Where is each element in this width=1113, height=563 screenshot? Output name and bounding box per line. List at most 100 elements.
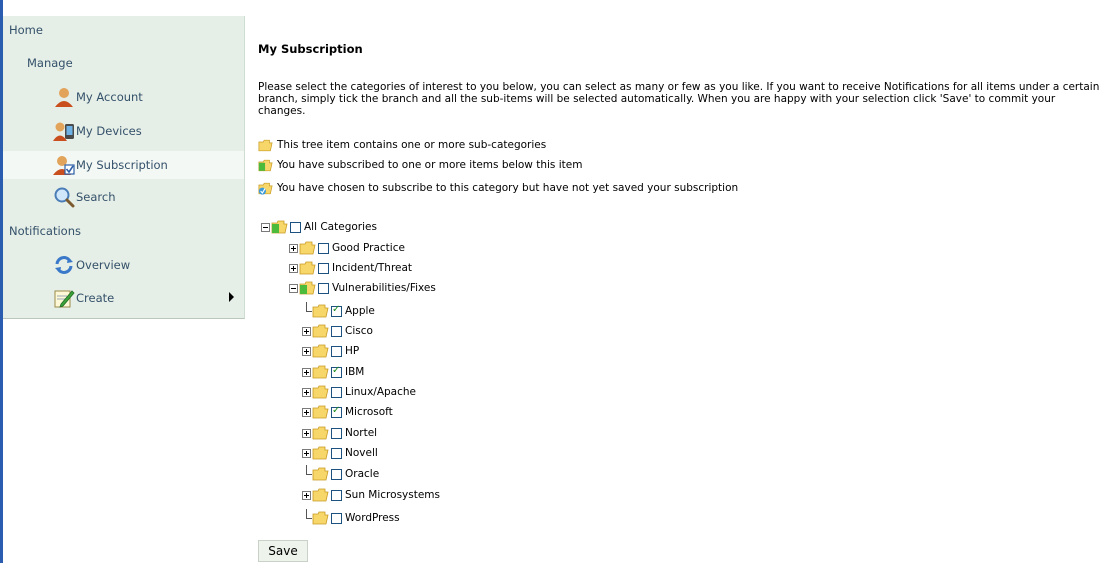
folder-icon — [312, 511, 329, 525]
folder-icon — [312, 426, 329, 440]
tree-checkbox[interactable] — [331, 468, 342, 480]
tree-connector — [302, 465, 312, 483]
folder-pending-icon — [258, 182, 273, 195]
legend-text: You have chosen to subscribe to this cat… — [277, 182, 739, 194]
folder-subscribed-icon — [271, 220, 288, 234]
expand-icon[interactable] — [302, 448, 311, 458]
sidebar: Home Manage My Account My Devices My Sub… — [3, 16, 245, 319]
folder-icon — [312, 446, 329, 460]
expand-icon[interactable] — [302, 346, 311, 356]
tree-label: IBM — [345, 366, 365, 378]
tree-node-nortel[interactable]: Nortel — [302, 424, 377, 442]
tree-label: Microsoft — [345, 406, 393, 418]
expand-icon[interactable] — [302, 407, 311, 417]
folder-icon — [312, 365, 329, 379]
expand-icon[interactable] — [289, 263, 298, 273]
devices-icon — [53, 122, 74, 141]
tree-label: Vulnerabilities/Fixes — [332, 282, 436, 294]
tree-label: Novell — [345, 447, 378, 459]
tree-node-vulnerabilities-fixes[interactable]: Vulnerabilities/Fixes — [289, 279, 436, 297]
nav-item-label: My Account — [76, 90, 143, 104]
nav-item-my-account[interactable]: My Account — [3, 83, 244, 111]
collapse-icon[interactable] — [289, 283, 298, 293]
expand-icon[interactable] — [302, 367, 311, 377]
nav-item-create[interactable]: Create — [3, 284, 244, 312]
submenu-arrow-icon — [229, 292, 234, 302]
tree-checkbox[interactable] — [331, 447, 342, 459]
subscription-icon — [53, 156, 75, 175]
folder-icon — [312, 304, 329, 318]
expand-icon[interactable] — [302, 490, 311, 500]
folder-icon — [258, 139, 273, 151]
nav-item-search[interactable]: Search — [3, 183, 244, 211]
tree-label: WordPress — [345, 512, 400, 524]
tree-label: Good Practice — [332, 242, 405, 254]
tree-node-cisco[interactable]: Cisco — [302, 322, 373, 340]
tree-label: Nortel — [345, 427, 378, 439]
search-icon — [54, 187, 75, 208]
nav-item-label: Search — [76, 190, 116, 204]
tree-node-novell[interactable]: Novell — [302, 444, 378, 462]
legend-item-unsaved: You have chosen to subscribe to this cat… — [258, 180, 738, 196]
tree-node-linux-apache[interactable]: Linux/Apache — [302, 383, 416, 401]
tree-node-all-categories[interactable]: All Categories — [261, 218, 377, 236]
refresh-icon — [55, 256, 73, 274]
nav-item-overview[interactable]: Overview — [3, 251, 244, 279]
expand-icon[interactable] — [302, 428, 311, 438]
tree-connector — [302, 509, 312, 527]
legend-item-subcategories: This tree item contains one or more sub-… — [258, 137, 546, 153]
tree-checkbox[interactable] — [331, 489, 342, 501]
folder-subscribed-icon — [299, 281, 316, 295]
tree-node-incident-threat[interactable]: Incident/Threat — [289, 259, 412, 277]
tree-node-sun-microsystems[interactable]: Sun Microsystems — [302, 486, 440, 504]
nav-manage-heading[interactable]: Manage — [27, 56, 73, 70]
tree-label: All Categories — [304, 221, 377, 233]
nav-notifications-heading[interactable]: Notifications — [9, 224, 81, 238]
tree-label: Cisco — [345, 325, 373, 337]
tree-checkbox[interactable] — [331, 512, 342, 524]
folder-subscribed-icon — [258, 159, 273, 171]
expand-icon[interactable] — [289, 243, 298, 253]
expand-icon[interactable] — [302, 326, 311, 336]
tree-node-good-practice[interactable]: Good Practice — [289, 239, 405, 257]
collapse-icon[interactable] — [261, 222, 270, 232]
page-title: My Subscription — [258, 42, 363, 56]
tree-checkbox[interactable] — [331, 325, 342, 337]
nav-item-my-subscription[interactable]: My Subscription — [3, 151, 244, 179]
intro-text: Please select the categories of interest… — [258, 81, 1100, 117]
tree-checkbox[interactable] — [318, 242, 329, 254]
tree-checkbox[interactable] — [331, 386, 342, 398]
tree-node-hp[interactable]: HP — [302, 342, 359, 360]
tree-node-apple[interactable]: Apple — [302, 302, 375, 320]
folder-icon — [312, 385, 329, 399]
tree-label: Apple — [345, 305, 375, 317]
tree-node-wordpress[interactable]: WordPress — [302, 509, 400, 527]
tree-label: Incident/Threat — [332, 262, 413, 274]
folder-icon — [299, 261, 316, 275]
tree-checkbox[interactable] — [331, 345, 342, 357]
nav-home[interactable]: Home — [9, 23, 43, 37]
folder-icon — [299, 241, 316, 255]
tree-label: HP — [345, 345, 360, 357]
tree-checkbox[interactable] — [318, 262, 329, 274]
tree-checkbox[interactable] — [318, 282, 329, 294]
tree-label: Oracle — [345, 468, 380, 480]
tree-checkbox[interactable] — [331, 365, 342, 378]
tree-node-microsoft[interactable]: Microsoft — [302, 403, 393, 421]
pencil-icon — [54, 290, 75, 308]
folder-icon — [312, 344, 329, 358]
tree-node-oracle[interactable]: Oracle — [302, 465, 379, 483]
nav-item-my-devices[interactable]: My Devices — [3, 117, 244, 145]
tree-node-ibm[interactable]: IBM — [302, 363, 364, 381]
tree-checkbox[interactable] — [290, 221, 301, 233]
save-button[interactable]: Save — [258, 540, 308, 562]
nav-item-label: Create — [76, 291, 115, 305]
expand-icon[interactable] — [302, 387, 311, 397]
tree-connector — [302, 302, 312, 320]
tree-checkbox[interactable] — [331, 304, 342, 317]
tree-checkbox[interactable] — [331, 405, 342, 418]
tree-checkbox[interactable] — [331, 427, 342, 439]
nav-item-label: My Devices — [76, 124, 142, 138]
nav-item-label: My Subscription — [76, 158, 168, 172]
user-icon — [55, 88, 73, 107]
